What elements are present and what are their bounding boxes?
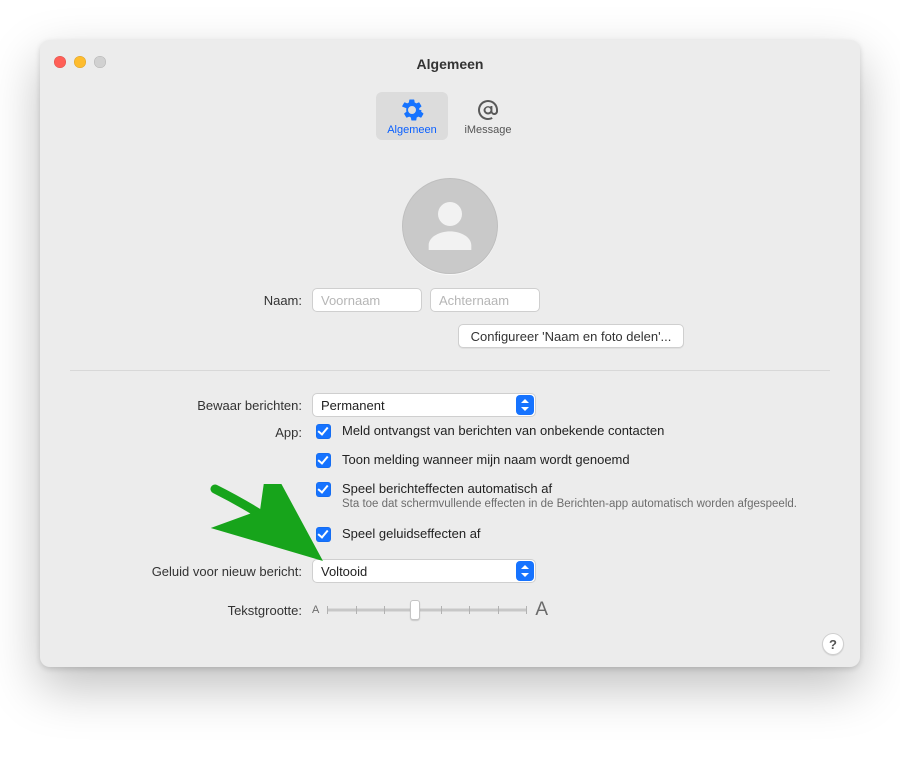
name-row: Naam: — [70, 288, 830, 312]
slider-thumb[interactable] — [410, 600, 420, 620]
checkbox-autoplay-note: Sta toe dat schermvullende effecten in d… — [342, 498, 797, 510]
tab-imessage-label: iMessage — [464, 124, 511, 136]
first-name-input[interactable] — [312, 288, 422, 312]
content: Naam: Configureer 'Naam en foto delen'..… — [40, 150, 860, 621]
checkbox-autoplay-label: Speel berichteffecten automatisch af — [342, 481, 797, 496]
keep-messages-row: Bewaar berichten: Permanent — [70, 393, 830, 417]
name-label: Naam: — [70, 293, 302, 308]
traffic-lights — [54, 56, 106, 68]
check-sound-effects-row: Speel geluidseffecten af — [312, 526, 797, 545]
check-name-mentioned-row: Toon melding wanneer mijn naam wordt gen… — [312, 452, 797, 471]
checkbox-unknown[interactable] — [316, 424, 331, 439]
separator — [70, 370, 830, 371]
checkbox-name-mentioned[interactable] — [316, 453, 331, 468]
share-name-photo-button[interactable]: Configureer 'Naam en foto delen'... — [458, 324, 685, 348]
window-title: Algemeen — [417, 56, 484, 72]
sound-row: Geluid voor nieuw bericht: Voltooid — [70, 559, 830, 583]
checkbox-sound-effects-label: Speel geluidseffecten af — [342, 526, 481, 541]
tab-general[interactable]: Algemeen — [376, 92, 448, 140]
keep-messages-value: Permanent — [321, 398, 385, 413]
gear-icon — [400, 98, 424, 122]
textsize-big-a: A — [535, 599, 548, 621]
textsize-small-a: A — [312, 604, 319, 616]
help-icon: ? — [829, 637, 837, 652]
check-unknown-row: Meld ontvangst van berichten van onbeken… — [312, 423, 797, 442]
keep-messages-label: Bewaar berichten: — [70, 398, 302, 413]
titlebar: Algemeen — [40, 40, 860, 88]
preferences-window: Algemeen Algemeen iMessage Naam: — [40, 40, 860, 667]
app-checkboxes: Meld ontvangst van berichten van onbeken… — [312, 423, 797, 545]
person-icon — [418, 194, 482, 258]
textsize-slider[interactable] — [327, 600, 527, 620]
sound-value: Voltooid — [321, 564, 367, 579]
at-icon — [476, 98, 500, 122]
tab-general-label: Algemeen — [387, 124, 437, 136]
toolbar: Algemeen iMessage — [40, 88, 860, 150]
app-label: App: — [70, 425, 302, 440]
zoom-button[interactable] — [94, 56, 106, 68]
sound-label: Geluid voor nieuw bericht: — [70, 564, 302, 579]
avatar[interactable] — [402, 178, 498, 274]
avatar-section — [70, 178, 830, 274]
textsize-label: Tekstgrootte: — [70, 603, 302, 618]
minimize-button[interactable] — [74, 56, 86, 68]
close-button[interactable] — [54, 56, 66, 68]
app-row: App: Meld ontvangst van berichten van on… — [70, 423, 830, 545]
keep-messages-select[interactable]: Permanent — [312, 393, 536, 417]
checkbox-sound-effects[interactable] — [316, 527, 331, 542]
last-name-input[interactable] — [430, 288, 540, 312]
tab-imessage[interactable]: iMessage — [452, 92, 524, 140]
checkbox-unknown-label: Meld ontvangst van berichten van onbeken… — [342, 423, 664, 438]
chevron-updown-icon — [516, 561, 534, 581]
textsize-row: Tekstgrootte: A A — [70, 599, 830, 621]
check-autoplay-row: Speel berichteffecten automatisch af Sta… — [312, 481, 797, 510]
help-button[interactable]: ? — [822, 633, 844, 655]
checkbox-autoplay-effects[interactable] — [316, 482, 331, 497]
sound-select[interactable]: Voltooid — [312, 559, 536, 583]
checkbox-name-mentioned-label: Toon melding wanneer mijn naam wordt gen… — [342, 452, 630, 467]
chevron-updown-icon — [516, 395, 534, 415]
share-row: Configureer 'Naam en foto delen'... — [70, 324, 830, 348]
